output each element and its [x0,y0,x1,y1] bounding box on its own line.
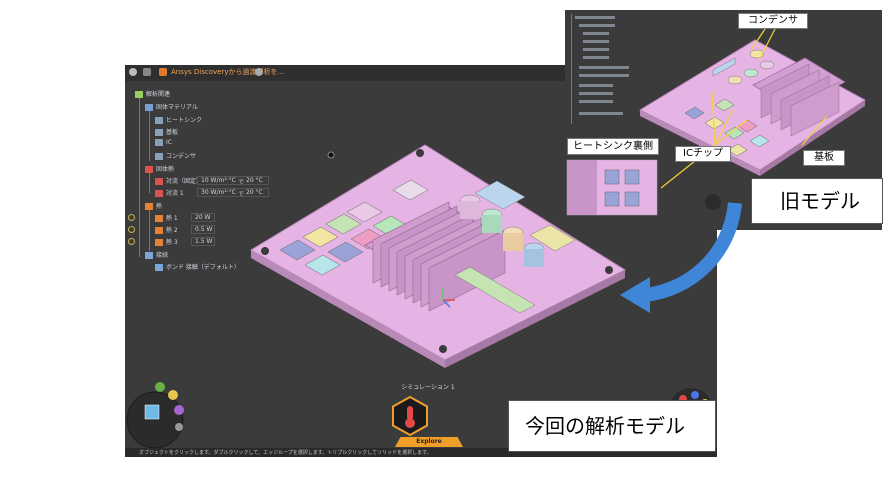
capacitor-body [524,249,544,267]
cursor-marker [327,151,335,159]
old-capacitor[interactable] [759,60,775,70]
old-capacitor[interactable] [743,68,759,78]
view-navigator[interactable] [126,391,184,449]
geometry-icon[interactable] [174,405,184,415]
material-library-icon[interactable] [168,390,178,400]
capacitor-body [503,233,523,251]
heatsink-back-chip [624,169,640,185]
arrow-shaft [644,202,742,302]
explore-label: Explore [416,438,442,445]
explore-mode-bar[interactable]: Explore [395,437,463,447]
view-cube-icon[interactable] [144,404,160,420]
label-capacitor: コンデンサ [738,13,808,29]
chart-icon[interactable] [691,391,699,399]
fit-view-icon[interactable] [175,423,183,431]
label-ic-chip: ICチップ [675,146,731,162]
mount-hole [416,149,424,157]
model-transition-arrow [620,202,742,313]
arrow-head [620,277,650,313]
status-text: オブジェクトをクリックします。ダブルクリックして、エッジループを選択します。トリ… [139,450,432,456]
thermometer-icon [407,406,413,420]
capacitor-body [482,215,502,233]
label-substrate: 基板 [803,150,845,166]
current-model-caption: 今回の解析モデル [508,400,716,452]
simulation-hex-button[interactable] [390,396,430,436]
label-heatsink-back: ヒートシンク裏側 [567,138,659,155]
heatsink-back-chip [604,169,620,185]
simulation-label: シミュレーション 1 [401,384,455,391]
old-model-caption: 旧モデル [751,178,883,224]
physics-icon[interactable] [155,382,165,392]
old-capacitor[interactable] [727,75,743,85]
mount-hole [439,345,447,353]
heatsink-back-fins [567,160,597,215]
mount-hole [261,247,269,255]
capacitor-body [460,201,480,219]
